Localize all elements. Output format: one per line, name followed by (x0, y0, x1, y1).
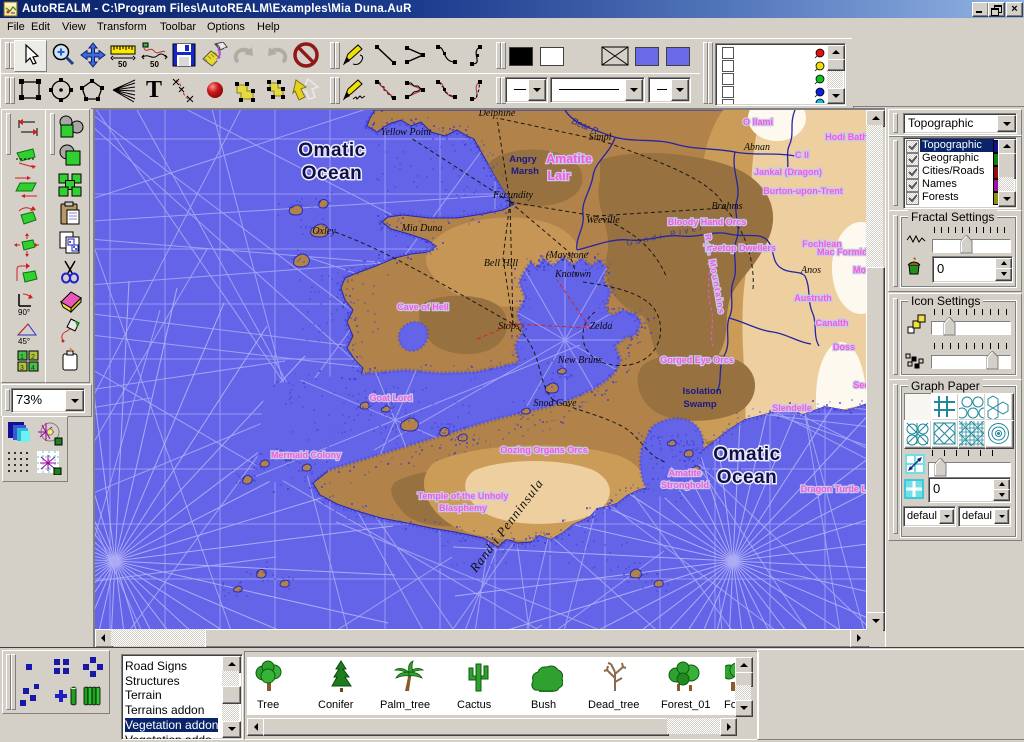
svg-text:Ocean: Ocean (302, 163, 363, 184)
svg-text:Jankal (Dragon): Jankal (Dragon) (754, 167, 822, 177)
svg-text:Omatic: Omatic (713, 444, 780, 465)
svg-text:Zelda: Zelda (590, 321, 613, 332)
svg-text:Isolation: Isolation (682, 386, 721, 397)
svg-text:Lair: Lair (548, 169, 571, 183)
svg-text:Cave of Hell: Cave of Hell (397, 302, 449, 312)
svg-text:Goat Lord: Goat Lord (370, 393, 413, 403)
svg-text:Amatite: Amatite (546, 152, 592, 166)
svg-text:Dragon Turtle Lord: Dragon Turtle Lord (801, 484, 866, 494)
svg-text:Abnan: Abnan (743, 142, 770, 153)
svg-text:Stronghold: Stronghold (661, 480, 709, 490)
svg-text:Amatite: Amatite (668, 468, 701, 478)
svg-text:Brahms: Brahms (711, 201, 742, 212)
svg-text:50: 50 (150, 60, 159, 68)
svg-text:Knotown: Knotown (554, 269, 591, 280)
svg-text:Canalth: Canalth (815, 318, 848, 328)
svg-text:Bloody Hand Orcs: Bloody Hand Orcs (668, 217, 747, 227)
svg-text:Ocean: Ocean (717, 467, 778, 488)
svg-text:4: 4 (31, 365, 35, 372)
svg-text:Marsh: Marsh (511, 166, 539, 177)
svg-text:Doss: Doss (833, 342, 855, 352)
svg-text:Slendelle: Slendelle (772, 403, 812, 413)
svg-text:3: 3 (20, 365, 24, 372)
svg-text:Burton-upon-Trent: Burton-upon-Trent (763, 186, 842, 196)
svg-text:Oxley: Oxley (312, 226, 336, 237)
svg-text:Weeville: Weeville (586, 215, 620, 226)
svg-text:Stops: Stops (498, 321, 520, 332)
svg-text:(Maystone: (Maystone (546, 250, 589, 261)
svg-text:Austruth: Austruth (794, 293, 832, 303)
svg-text:New Bruns: New Bruns (557, 355, 602, 366)
svg-text:Bell Hill: Bell Hill (484, 258, 518, 269)
svg-text:Delphine: Delphine (478, 110, 516, 119)
svg-text:Gorged Eye Orcs: Gorged Eye Orcs (660, 355, 734, 365)
svg-text:Swamp: Swamp (683, 399, 716, 410)
svg-text:O llami: O llami (743, 117, 773, 127)
svg-text:Mox: Mox (853, 265, 866, 275)
svg-text:Secn: Secn (853, 380, 866, 390)
svg-text:90°: 90° (18, 308, 30, 316)
svg-text:2: 2 (31, 354, 35, 361)
svg-text:Blasphemy: Blasphemy (439, 503, 487, 513)
svg-text:Yellow Point: Yellow Point (381, 127, 432, 138)
svg-text:Snod Cove: Snod Cove (533, 398, 577, 409)
svg-text:C ll: C ll (795, 150, 809, 160)
svg-text:Mac Formidh: Mac Formidh (817, 247, 866, 257)
svg-text:Omatic: Omatic (298, 140, 365, 161)
svg-text:50: 50 (118, 60, 127, 68)
svg-text:Hodi Bathma: Hodi Bathma (825, 132, 866, 142)
svg-text:Fecundity: Fecundity (492, 190, 534, 201)
svg-text:Mia Duna: Mia Duna (401, 223, 443, 234)
svg-text:45°: 45° (18, 337, 30, 345)
svg-text:Angry: Angry (509, 154, 537, 165)
svg-text:1: 1 (20, 354, 24, 361)
svg-text:Mermaid Colony: Mermaid Colony (271, 450, 341, 460)
svg-text:Temple of the Unholy: Temple of the Unholy (418, 491, 509, 501)
svg-text:Oozing Organs Orcs: Oozing Organs Orcs (500, 445, 588, 455)
svg-text:Anos: Anos (800, 265, 821, 276)
